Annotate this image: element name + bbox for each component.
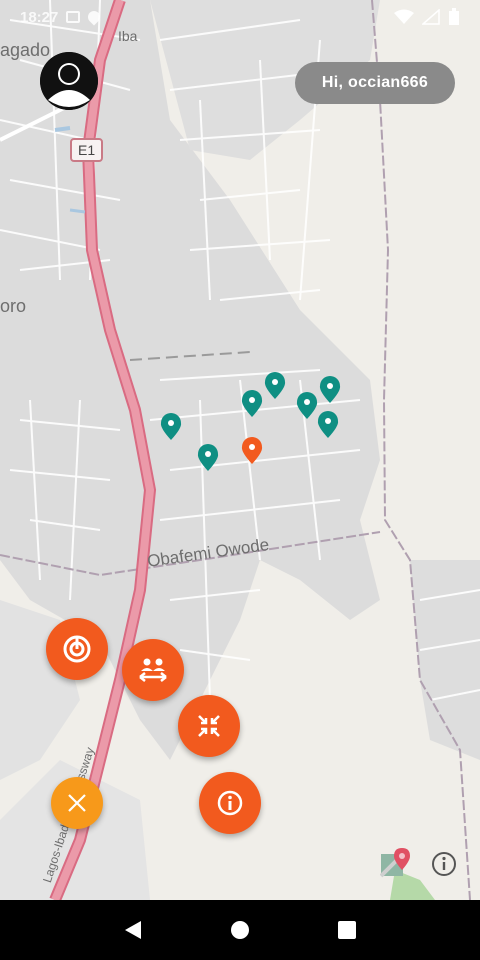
location-status-icon <box>85 8 103 26</box>
road-badge-e1: E1 <box>70 138 104 162</box>
collapse-icon <box>198 715 220 737</box>
group-arrows-icon <box>139 658 167 682</box>
signal-icon <box>422 9 440 25</box>
map-view[interactable]: agado Iba oro E1 Obafemi Owode Lagos-Iba… <box>0 0 480 900</box>
user-avatar-icon <box>40 52 98 110</box>
map-label-oro: oro <box>0 296 27 316</box>
info-icon <box>217 790 243 816</box>
target-icon <box>63 635 91 663</box>
recents-button[interactable] <box>327 910 367 950</box>
distance-button[interactable] <box>122 639 184 701</box>
user-avatar-button[interactable] <box>40 52 98 110</box>
location-target-button[interactable] <box>46 618 108 680</box>
map-label-agado: agado <box>0 40 51 60</box>
status-time: 18:27 <box>20 8 59 26</box>
map-info-icon <box>432 852 456 876</box>
map-layers-button[interactable] <box>379 848 410 878</box>
info-button[interactable] <box>199 772 261 834</box>
wifi-icon <box>394 9 414 24</box>
map-canvas <box>0 0 480 900</box>
image-icon <box>66 11 81 23</box>
collapse-button[interactable] <box>178 695 240 757</box>
status-bar: 18:27 <box>0 0 480 34</box>
map-info-button[interactable] <box>431 851 457 877</box>
greeting-chip[interactable]: Hi, occian666 <box>295 62 455 104</box>
battery-icon <box>449 8 459 25</box>
close-button[interactable] <box>51 777 103 829</box>
recents-icon <box>337 921 356 939</box>
home-button[interactable] <box>220 910 260 950</box>
map-layers-icon <box>379 848 410 878</box>
back-button[interactable] <box>113 910 153 950</box>
system-nav-bar <box>0 900 480 960</box>
close-icon <box>68 794 86 812</box>
back-icon <box>125 921 142 939</box>
home-icon <box>230 921 249 939</box>
